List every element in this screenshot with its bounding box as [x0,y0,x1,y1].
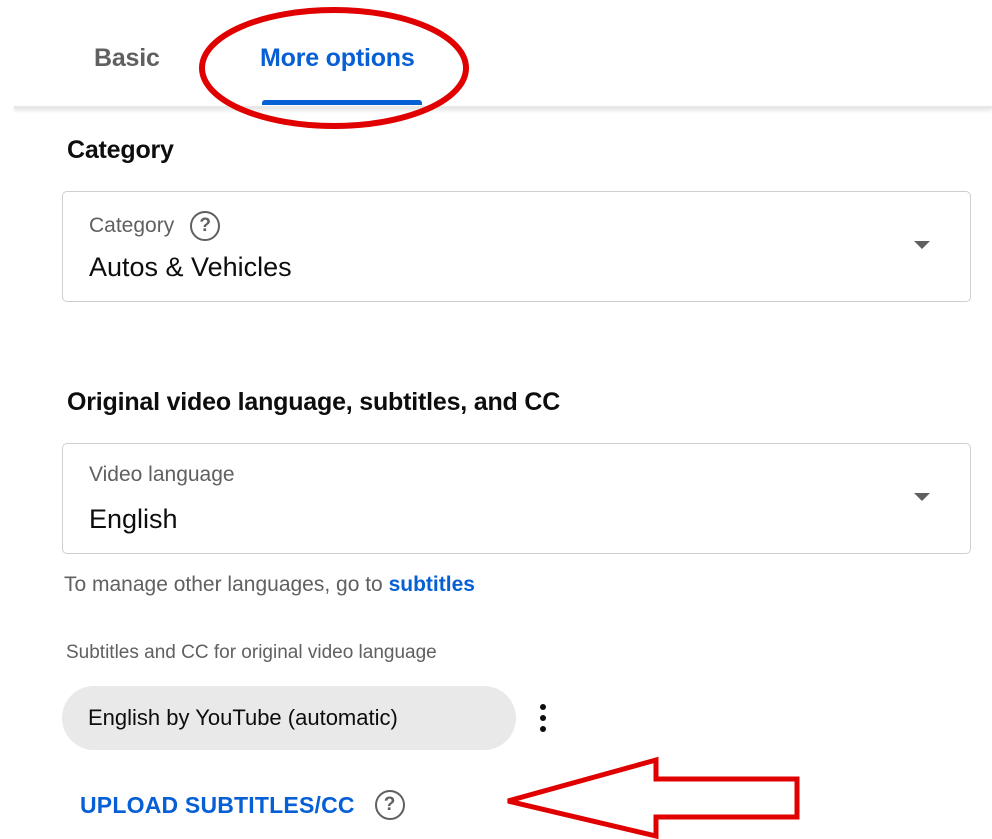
subtitle-track-label: English by YouTube (automatic) [88,705,398,730]
manage-languages-hint: To manage other languages, go to subtitl… [64,573,475,597]
category-value: Autos & Vehicles [89,252,292,282]
help-icon[interactable]: ? [190,211,221,241]
upload-subtitles-button[interactable]: UPLOAD SUBTITLES/CC ? [80,790,405,820]
category-dropdown[interactable]: Category ? Autos & Vehicles [62,191,971,302]
vertical-dots-icon[interactable] [540,704,546,732]
category-field-label: Category [89,214,175,237]
tab-basic[interactable]: Basic [94,44,160,73]
language-section-title: Original video language, subtitles, and … [67,388,561,416]
tab-divider [14,106,992,109]
upload-subtitles-label: UPLOAD SUBTITLES/CC [80,791,355,818]
tab-more-options[interactable]: More options [260,44,415,73]
help-icon[interactable]: ? [374,790,405,820]
video-language-value: English [89,504,178,534]
video-language-field-label: Video language [89,463,235,486]
video-language-dropdown[interactable]: Video language English [62,443,971,554]
subtitles-cc-label: Subtitles and CC for original video lang… [66,642,437,663]
annotation-arrow [507,756,800,839]
subtitles-link[interactable]: subtitles [389,573,475,596]
caret-down-icon [914,493,930,501]
active-tab-indicator [262,100,422,105]
category-section-title: Category [67,136,174,164]
subtitle-track-chip[interactable]: English by YouTube (automatic) [62,686,546,750]
caret-down-icon [914,241,930,249]
video-language-field-label-row: Video language [89,463,235,487]
category-field-label-row: Category ? [89,211,221,241]
hint-text: To manage other languages, go to [64,573,383,596]
